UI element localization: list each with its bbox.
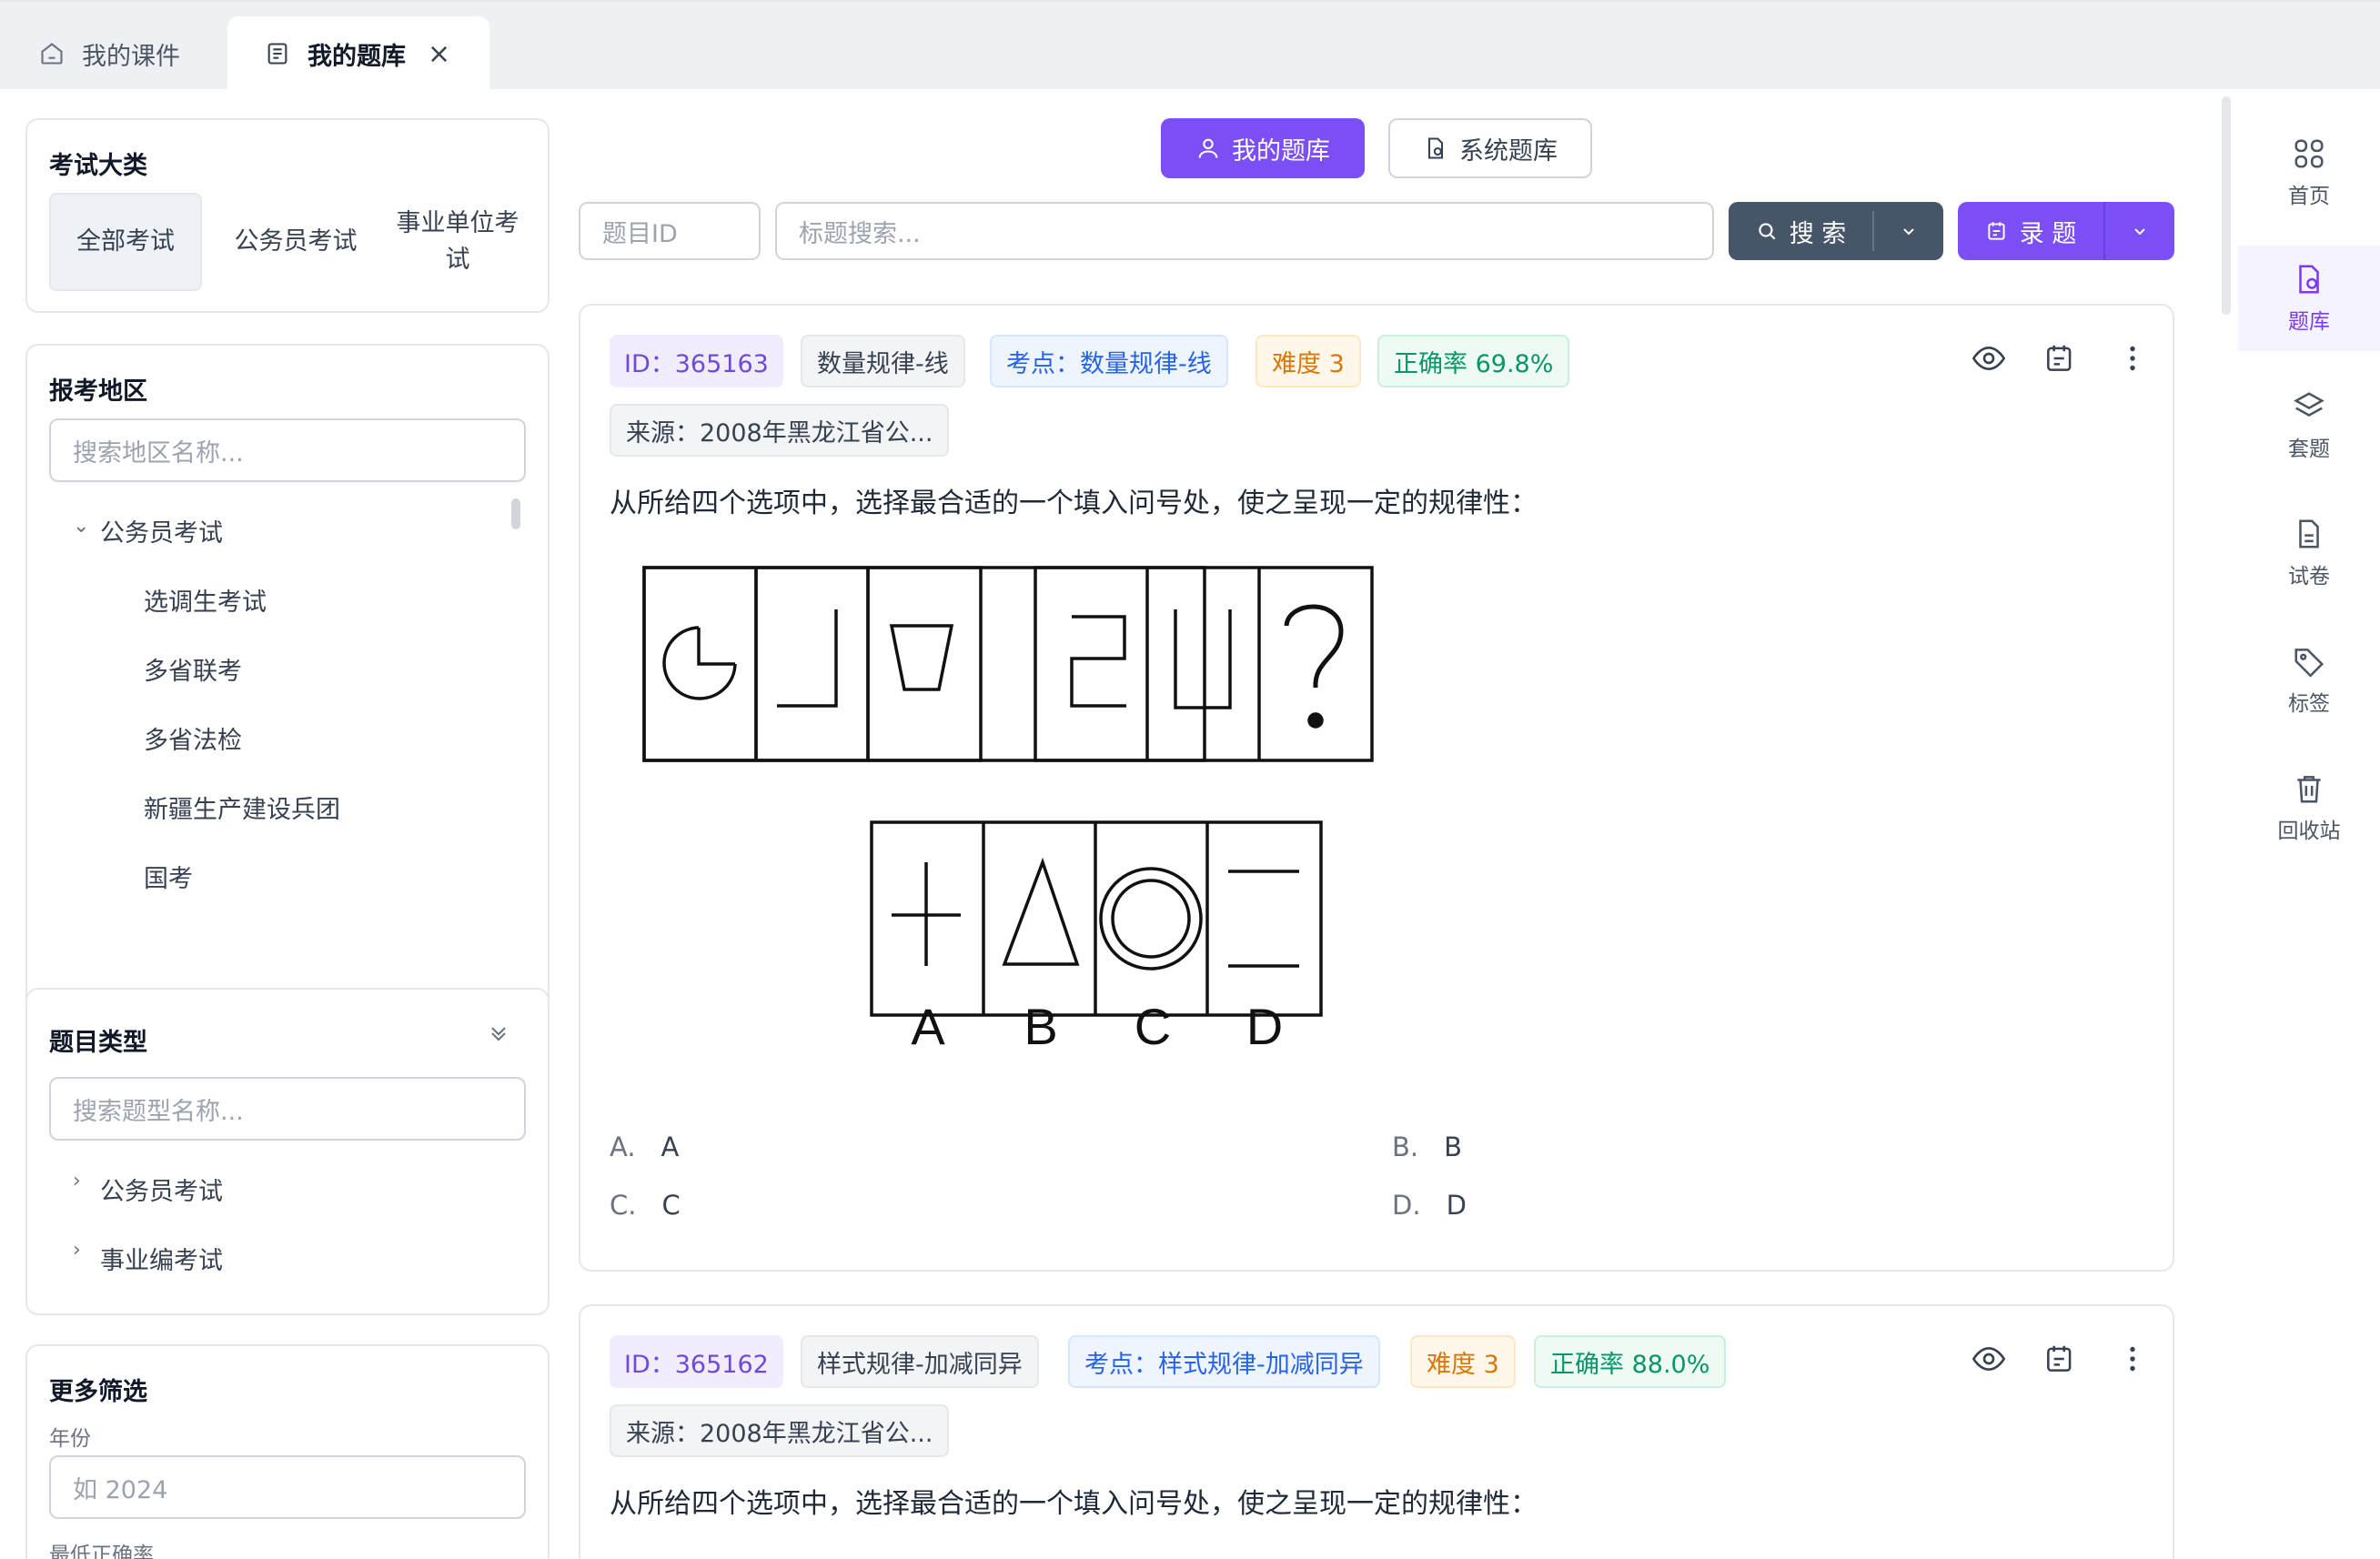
system-bank-button[interactable]: 系统题库 <box>1388 118 1592 178</box>
tab-my-courseware[interactable]: 我的课件 <box>0 16 223 91</box>
question-figure: A B C D <box>642 566 1374 1053</box>
answer-option[interactable]: A. A <box>610 1132 679 1162</box>
calendar-edit-icon[interactable] <box>2040 338 2080 378</box>
question-type-card: 题目类型 搜索题型名称... › 公务员考试 › 事业编考试 <box>25 988 550 1315</box>
question-id-tag: ID：365163 <box>610 335 783 387</box>
source-tag: 来源：2008年黑龙江省公... <box>610 404 950 457</box>
answer-option[interactable]: C. C <box>610 1190 681 1221</box>
difficulty-tag: 难度 3 <box>1410 1335 1516 1388</box>
region-item[interactable]: 多省法检 <box>144 720 242 756</box>
document-icon <box>2299 519 2319 548</box>
question-type-title: 题目类型 <box>49 1029 147 1057</box>
question-type-search-input[interactable]: 搜索题型名称... <box>49 1077 526 1141</box>
region-card: 报考地区 搜索地区名称... ⌄ 公务员考试 选调生考试 多省联考 多省法检 新… <box>25 344 550 1048</box>
category-tag: 样式规律-加减同异 <box>801 1335 1039 1388</box>
tab-label: 我的课件 <box>82 42 180 71</box>
title-search-input[interactable]: 标题搜索... <box>775 202 1714 260</box>
file-icon <box>1427 137 1444 159</box>
main-area: 考试大类 全部考试 公务员考试 事业单位考试 报考地区 搜索地区名称... ⌄ … <box>0 89 2238 1559</box>
rail-item-sets[interactable]: 套题 <box>2238 373 2380 478</box>
question-card: ID：365163 数量规律-线 考点：数量规律-线 难度 3 正确率 69.8… <box>579 304 2174 1272</box>
region-title: 报考地区 <box>49 377 147 406</box>
exam-category-all[interactable]: 全部考试 <box>49 193 202 291</box>
exam-category-public-institution[interactable]: 事业单位考试 <box>389 193 526 291</box>
figure-label: B <box>1024 998 1057 1053</box>
answer-option[interactable]: D. D <box>1392 1190 1467 1221</box>
double-chevron-down-icon[interactable] <box>486 1021 511 1050</box>
question-id-tag: ID：365162 <box>610 1335 783 1388</box>
right-nav-rail: 首页 题库 套题 试卷 标签 回收站 <box>2238 89 2380 1559</box>
eye-icon[interactable] <box>1969 1339 2009 1379</box>
year-label: 年份 <box>49 1427 91 1451</box>
question-type-item[interactable]: 事业编考试 <box>100 1241 223 1276</box>
tab-my-question-bank[interactable]: 我的题库 × <box>227 16 489 91</box>
calendar-edit-icon[interactable] <box>2040 1339 2080 1379</box>
exam-category-civil-servant[interactable]: 公务员考试 <box>227 193 364 291</box>
rail-item-papers[interactable]: 试卷 <box>2238 500 2380 606</box>
difficulty-tag: 难度 3 <box>1256 335 1361 387</box>
system-bank-label: 系统题库 <box>1459 136 1558 166</box>
home-icon <box>38 40 66 67</box>
question-bank-icon <box>2299 265 2319 294</box>
region-scrollbar[interactable] <box>511 498 520 529</box>
more-vertical-icon[interactable] <box>2113 1339 2153 1379</box>
search-icon <box>1759 223 1776 240</box>
more-filters-title: 更多筛选 <box>49 1378 147 1406</box>
record-label: 录 题 <box>2019 219 2077 248</box>
tab-label: 我的题库 <box>308 42 406 71</box>
user-icon <box>1198 138 1218 158</box>
tag-icon <box>2294 649 2325 678</box>
rail-item-home[interactable]: 首页 <box>2238 120 2380 226</box>
point-tag: 考点：数量规律-线 <box>990 335 1228 387</box>
search-label: 搜 索 <box>1789 219 1847 248</box>
exam-category-card: 考试大类 全部考试 公务员考试 事业单位考试 <box>25 118 550 313</box>
main-scrollbar[interactable] <box>2222 96 2231 315</box>
question-bank-icon <box>264 40 291 67</box>
record-question-button[interactable]: 录 题 <box>1958 202 2174 260</box>
rail-item-question-bank[interactable]: 题库 <box>2238 246 2380 351</box>
trash-icon <box>2297 776 2321 803</box>
region-search-input[interactable]: 搜索地区名称... <box>49 418 526 482</box>
chevron-down-icon[interactable]: ⌄ <box>73 515 89 538</box>
chevron-down-icon[interactable] <box>1874 202 1943 260</box>
region-item[interactable]: 国考 <box>144 859 193 894</box>
grid-icon <box>2294 139 2324 168</box>
tab-bar: 我的课件 我的题库 × <box>0 0 2380 91</box>
eye-icon[interactable] <box>1969 338 2009 378</box>
rail-item-trash[interactable]: 回收站 <box>2238 755 2380 860</box>
accuracy-tag: 正确率 88.0% <box>1534 1335 1727 1388</box>
my-bank-button[interactable]: 我的题库 <box>1161 118 1365 178</box>
year-input[interactable]: 如 2024 <box>49 1455 526 1519</box>
rail-item-tags[interactable]: 标签 <box>2238 628 2380 733</box>
question-card: ID：365162 样式规律-加减同异 考点：样式规律-加减同异 难度 3 正确… <box>579 1304 2174 1559</box>
figure-label: D <box>1246 998 1283 1053</box>
more-filters-card: 更多筛选 年份 如 2024 最低正确率 <box>25 1344 550 1559</box>
more-vertical-icon[interactable] <box>2113 338 2153 378</box>
layers-icon <box>2294 392 2325 417</box>
chevron-right-icon[interactable]: › <box>73 1170 81 1192</box>
my-bank-label: 我的题库 <box>1232 136 1330 166</box>
category-tag: 数量规律-线 <box>801 335 965 387</box>
question-type-item[interactable]: 公务员考试 <box>100 1172 223 1207</box>
question-id-input[interactable]: 题目ID <box>579 202 761 260</box>
source-tag: 来源：2008年黑龙江省公... <box>610 1404 950 1457</box>
search-button[interactable]: 搜 索 <box>1729 202 1943 260</box>
calendar-edit-icon <box>1988 222 2005 240</box>
chevron-right-icon[interactable]: › <box>73 1239 81 1262</box>
accuracy-tag: 正确率 69.8% <box>1377 335 1570 387</box>
close-icon[interactable]: × <box>428 38 450 70</box>
point-tag: 考点：样式规律-加减同异 <box>1068 1335 1380 1388</box>
region-item[interactable]: 新疆生产建设兵团 <box>144 790 340 825</box>
question-stem: 从所给四个选项中，选择最合适的一个填入问号处，使之呈现一定的规律性： <box>610 488 1538 519</box>
question-stem: 从所给四个选项中，选择最合适的一个填入问号处，使之呈现一定的规律性： <box>610 1488 1538 1520</box>
figure-label: C <box>1135 998 1171 1053</box>
exam-category-title: 考试大类 <box>49 152 147 180</box>
region-item[interactable]: 选调生考试 <box>144 582 267 618</box>
min-accuracy-label: 最低正确率 <box>49 1544 154 1559</box>
chevron-down-icon[interactable] <box>2105 202 2174 260</box>
region-root[interactable]: 公务员考试 <box>100 513 223 548</box>
figure-label: A <box>911 998 945 1053</box>
answer-option[interactable]: B. B <box>1392 1132 1462 1162</box>
region-item[interactable]: 多省联考 <box>144 651 242 687</box>
